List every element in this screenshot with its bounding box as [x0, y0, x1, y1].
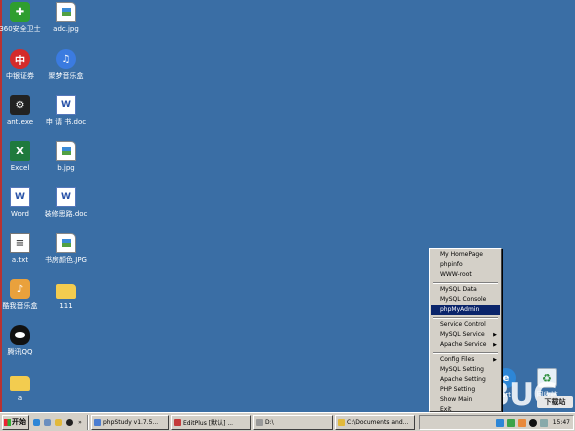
- exe-icon: ⚙: [10, 95, 30, 115]
- start-button[interactable]: 开始: [2, 414, 29, 430]
- desktop-icon-a-folder[interactable]: a: [0, 371, 51, 415]
- qq-icon: [10, 325, 30, 345]
- music-player-icon: ♫: [56, 49, 76, 69]
- network-icon[interactable]: [495, 418, 504, 427]
- desktop-icon-shufang[interactable]: 书房颜色.JPG: [35, 233, 97, 277]
- desktop-icon-label: adc.jpg: [53, 25, 79, 33]
- image-file-icon: [56, 233, 76, 253]
- shield-icon: ✚: [10, 2, 30, 22]
- desktop-icon-label: a: [17, 394, 23, 402]
- desktop-icon-zhuangxiu[interactable]: 装修思路.doc: [35, 187, 97, 231]
- desktop-icon-label: 腾讯QQ: [7, 348, 33, 356]
- word-doc-icon: [56, 95, 76, 115]
- desktop-icon-qq[interactable]: 腾讯QQ: [0, 325, 51, 369]
- submenu-arrow-icon: ▶: [493, 332, 497, 338]
- task-label: EditPlus [默认] ...: [183, 419, 234, 427]
- show-desktop-icon: [43, 418, 51, 426]
- task-label: C:\Documents and...: [347, 418, 409, 426]
- desktop-icon-label: Word: [11, 210, 29, 218]
- task-label: phpStudy v1.7.5...: [103, 418, 159, 426]
- menu-item-show-main[interactable]: Show Main: [431, 395, 500, 405]
- desktop-icon-label: 酷我音乐盒: [2, 302, 38, 310]
- menu-item-label: MySQL Service: [440, 331, 485, 338]
- music-box-icon: ♪: [10, 279, 30, 299]
- qq-icon: [65, 418, 73, 426]
- desktop-icon-label: 书房颜色.JPG: [45, 256, 87, 264]
- watermark-tag: 下载站: [537, 396, 573, 408]
- image-file-icon: [56, 141, 76, 161]
- menu-item-mysql-data[interactable]: MySQL Data: [431, 285, 500, 295]
- desktop-icon-label: b.jpg: [57, 164, 75, 172]
- editplus-icon: [174, 418, 181, 426]
- desktop-icon-label: Excel: [10, 164, 30, 172]
- php-icon: [94, 418, 101, 426]
- task-button-documents[interactable]: C:\Documents and...: [335, 414, 415, 430]
- menu-item-my-homepage[interactable]: My HomePage: [431, 250, 500, 260]
- menu-item-mysql-console[interactable]: MySQL Console: [431, 295, 500, 305]
- quicklaunch-desktop[interactable]: [43, 415, 51, 430]
- word-icon: [10, 187, 30, 207]
- task-button-phpstudy[interactable]: phpStudy v1.7.5...: [91, 414, 169, 430]
- text-file-icon: [10, 233, 30, 253]
- desktop-icon-shenqingshu[interactable]: 申 请 书.doc: [35, 95, 97, 139]
- desktop-icon-label: 中银证券: [6, 72, 34, 80]
- desktop-icon-label: 111: [59, 302, 73, 310]
- start-label: 开始: [12, 418, 26, 426]
- quicklaunch-expand[interactable]: »: [76, 415, 84, 430]
- task-button-editplus[interactable]: EditPlus [默认] ...: [171, 414, 251, 430]
- tray-context-menu: My HomePage phpinfo WWW-root MySQL Data …: [429, 248, 502, 413]
- word-doc-icon: [56, 187, 76, 207]
- menu-item-phpmyadmin[interactable]: phpMyAdmin: [431, 305, 500, 315]
- taskbar: 开始 » phpStudy v1.7.5... EditPlus [默认] ..…: [0, 412, 575, 431]
- stock-app-icon: 中: [10, 49, 30, 69]
- drive-icon: [256, 418, 263, 426]
- menu-item-www-root[interactable]: WWW-root: [431, 270, 500, 280]
- clock: 15:47: [552, 419, 570, 426]
- quicklaunch-ie[interactable]: [32, 415, 40, 430]
- task-button-drive-d[interactable]: D:\: [253, 414, 333, 430]
- menu-item-php-setting[interactable]: PHP Setting: [431, 385, 500, 395]
- desktop-icon-adc-jpg[interactable]: adc.jpg: [35, 2, 97, 46]
- desktop-icon-111-folder[interactable]: 111: [35, 279, 97, 323]
- security-icon[interactable]: [517, 418, 526, 427]
- quicklaunch-folder[interactable]: [54, 415, 62, 430]
- menu-item-mysql-setting[interactable]: MySQL Setting: [431, 365, 500, 375]
- menu-item-apache-setting[interactable]: Apache Setting: [431, 375, 500, 385]
- excel-icon: X: [10, 141, 30, 161]
- menu-item-apache-service[interactable]: Apache Service ▶: [431, 340, 500, 350]
- desktop-icon-label: a.txt: [11, 256, 29, 264]
- menu-item-mysql-service[interactable]: MySQL Service ▶: [431, 330, 500, 340]
- taskbar-divider: [87, 414, 89, 430]
- quicklaunch-qq[interactable]: [65, 415, 73, 430]
- desktop-icon-label: 申 请 书.doc: [45, 118, 87, 126]
- desktop-icon-b-jpg[interactable]: b.jpg: [35, 141, 97, 185]
- system-tray: 15:47: [419, 415, 574, 430]
- menu-item-phpinfo[interactable]: phpinfo: [431, 260, 500, 270]
- menu-item-config-files[interactable]: Config Files ▶: [431, 355, 500, 365]
- desktop-icon-jumeng[interactable]: ♫ 聚梦音乐盒: [35, 49, 97, 93]
- submenu-arrow-icon: ▶: [493, 342, 497, 348]
- windows-flag-icon: [4, 418, 11, 426]
- task-label: D:\: [265, 418, 274, 426]
- folder-icon: [54, 418, 62, 426]
- image-file-icon: [56, 2, 76, 22]
- volume-icon[interactable]: [539, 418, 548, 427]
- phpstudy-tray-icon[interactable]: [506, 418, 515, 427]
- desktop-icon-label: 聚梦音乐盒: [48, 72, 84, 80]
- qq-tray-icon[interactable]: [528, 418, 537, 427]
- submenu-arrow-icon: ▶: [493, 357, 497, 363]
- menu-item-service-control[interactable]: Service Control: [431, 320, 500, 330]
- menu-item-label: Config Files: [440, 356, 475, 363]
- folder-icon: [10, 376, 30, 391]
- desktop-icon-label: 装修思路.doc: [44, 210, 88, 218]
- folder-icon: [338, 418, 345, 426]
- ie-icon: [32, 418, 40, 426]
- desktop-icon-label: ant.exe: [6, 118, 34, 126]
- folder-icon: [56, 284, 76, 299]
- chevron-right-icon: »: [78, 418, 82, 426]
- menu-item-label: Apache Service: [440, 341, 487, 348]
- desktop: ✚ 360安全卫士 中 中银证券 ⚙ ant.exe X Excel Word …: [0, 0, 575, 415]
